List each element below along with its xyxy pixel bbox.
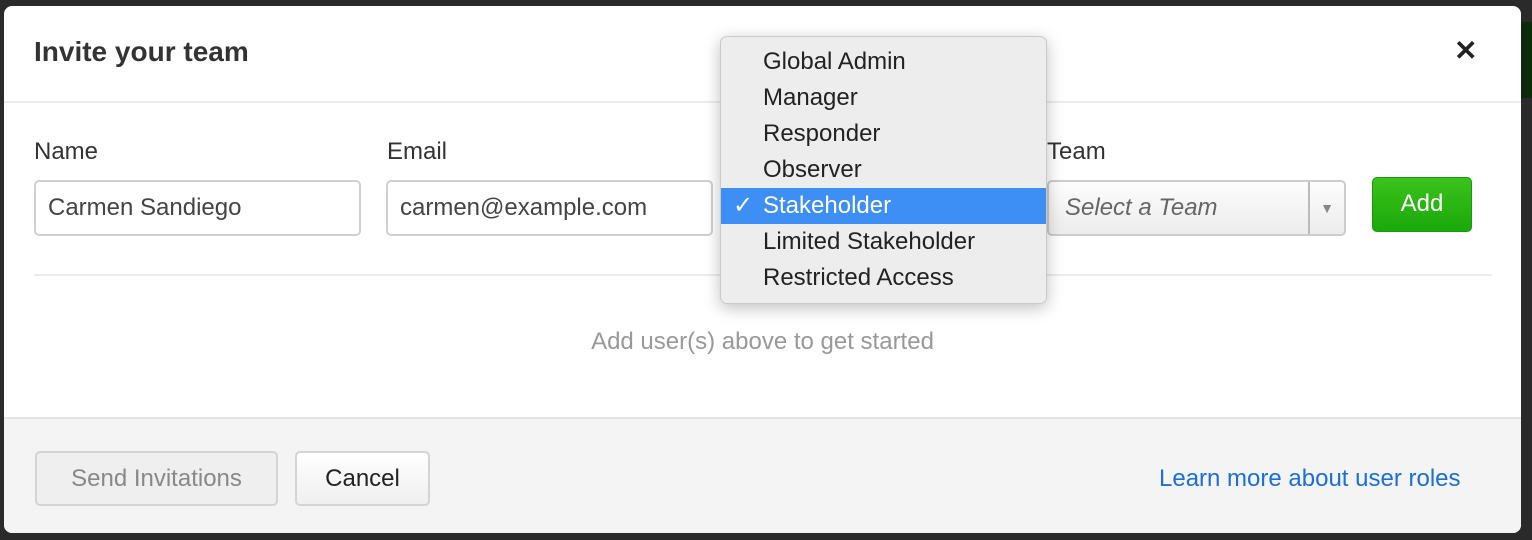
send-invitations-button[interactable]: Send Invitations — [35, 451, 278, 506]
team-label: Team — [1047, 138, 1106, 165]
role-option[interactable]: Limited Stakeholder — [721, 224, 1046, 260]
role-option[interactable]: Observer — [721, 152, 1046, 188]
modal-title: Invite your team — [34, 36, 249, 67]
close-icon[interactable]: ✕ — [1454, 34, 1477, 67]
modal-footer: Send Invitations Cancel Learn more about… — [4, 417, 1521, 533]
role-option[interactable]: ✓ Stakeholder — [721, 188, 1046, 224]
role-option[interactable]: Restricted Access — [721, 260, 1046, 296]
role-option-label: Observer — [763, 156, 862, 183]
role-option-label: Responder — [763, 120, 881, 147]
role-dropdown-menu: Global Admin Manager Responder Observer ✓ Sta… — [720, 36, 1047, 304]
add-button[interactable]: Add — [1372, 177, 1472, 232]
learn-more-link[interactable]: Learn more about user roles — [1159, 465, 1461, 493]
role-option-label: Global Admin — [763, 48, 906, 75]
role-option-label: Limited Stakeholder — [763, 228, 976, 255]
name-input[interactable]: Carmen Sandiego — [34, 180, 361, 236]
empty-state: Add user(s) above to get started — [591, 328, 934, 355]
cancel-button[interactable]: Cancel — [295, 451, 430, 506]
name-label: Name — [34, 138, 99, 165]
team-placeholder: Select a Team — [1065, 194, 1218, 221]
check-icon: ✓ — [733, 192, 754, 219]
background-page — [1521, 22, 1532, 98]
role-option[interactable]: Manager — [721, 80, 1046, 116]
chevron-down-icon: ▼ — [1308, 182, 1344, 234]
role-option-label: Manager — [763, 84, 858, 111]
email-label: Email — [387, 138, 448, 165]
email-input[interactable]: carmen@example.com — [386, 180, 713, 236]
role-option-label: Restricted Access — [763, 264, 954, 291]
role-option[interactable]: Responder — [721, 116, 1046, 152]
team-select[interactable]: Select a Team ▼ — [1047, 180, 1346, 236]
role-option[interactable]: Global Admin — [721, 44, 1046, 80]
role-option-label: Stakeholder — [763, 192, 892, 219]
